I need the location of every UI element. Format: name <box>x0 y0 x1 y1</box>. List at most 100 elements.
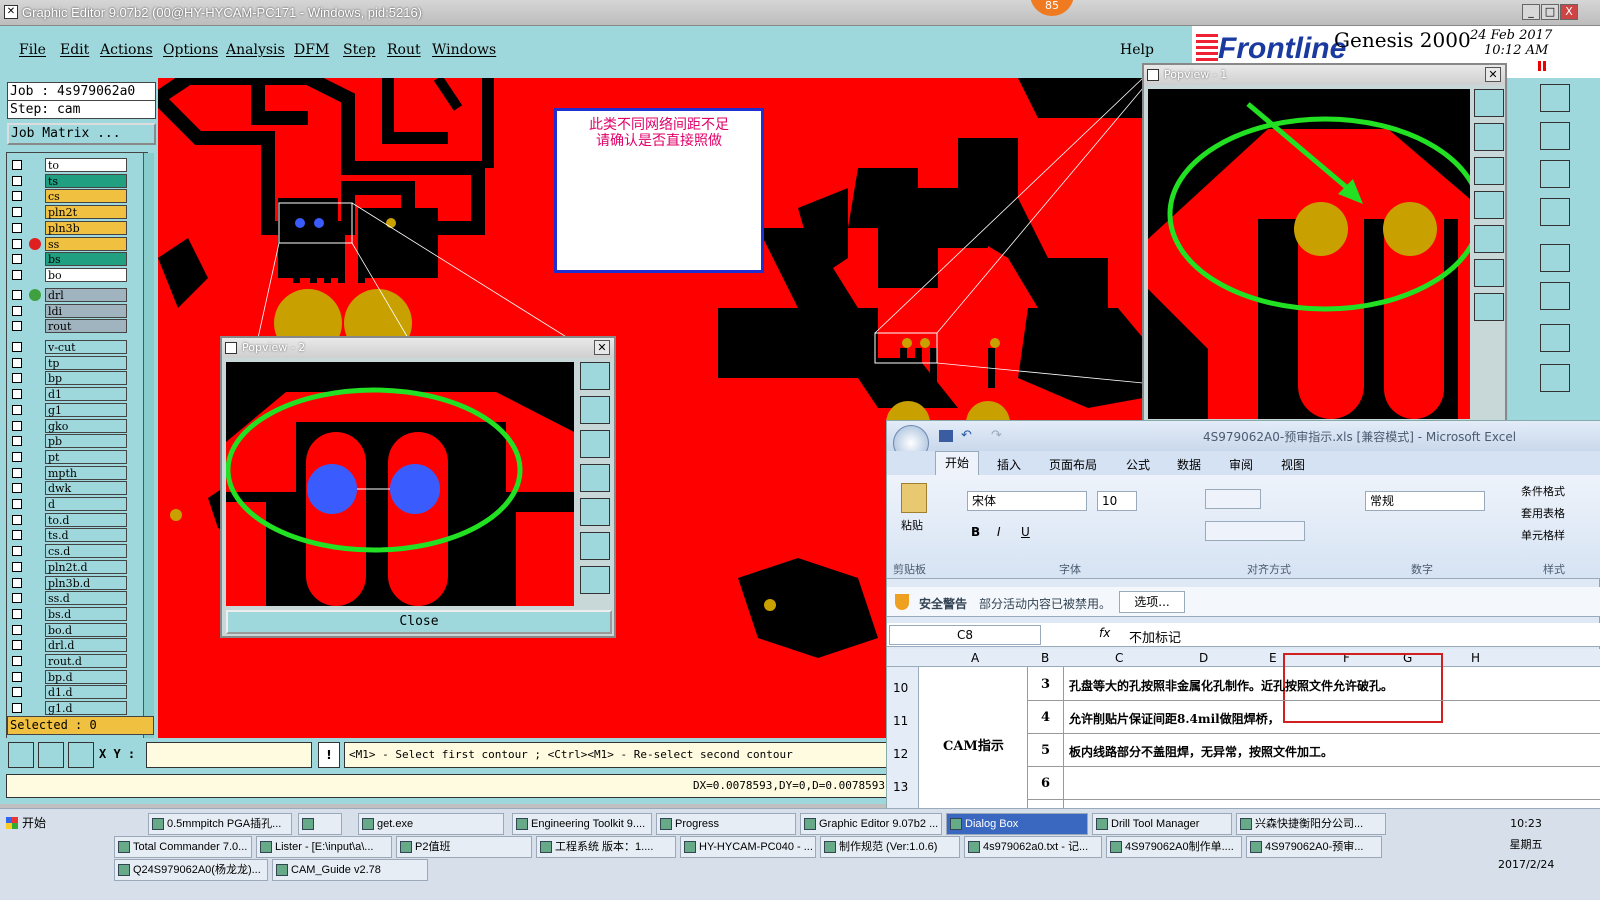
zoom-out-button[interactable] <box>1474 293 1504 321</box>
italic-button[interactable]: I <box>997 525 1001 539</box>
sheet-grid[interactable]: A B C D E F G H CAM指示 10 3 孔盘等大的孔按照非金属化孔制作… <box>887 649 1600 809</box>
taskbar-item[interactable]: Drill Tool Manager <box>1092 813 1232 835</box>
layer-row[interactable]: gko <box>8 418 128 433</box>
layer-row[interactable]: v-cut <box>8 340 128 354</box>
layer-row[interactable]: ts <box>8 173 128 188</box>
taskbar-item[interactable]: Total Commander 7.0... <box>114 836 252 858</box>
col-c[interactable]: C <box>1115 651 1123 665</box>
layer-row[interactable]: drl.d <box>8 638 128 653</box>
layer-row[interactable]: ldi <box>8 303 128 318</box>
col-h[interactable]: H <box>1471 651 1480 665</box>
layer-row[interactable]: rout <box>8 319 128 334</box>
layer-row[interactable]: d1 <box>8 387 128 402</box>
layer-checkbox[interactable] <box>12 357 22 368</box>
layer-row[interactable]: cs <box>8 189 128 204</box>
cell-b[interactable]: 4 <box>1041 710 1050 725</box>
layer-checkbox[interactable] <box>12 373 22 384</box>
layer-checkbox[interactable] <box>12 514 22 525</box>
cell-b[interactable]: 6 <box>1041 776 1050 791</box>
layer-row[interactable]: dwk <box>8 481 128 496</box>
layer-checkbox[interactable] <box>12 254 22 265</box>
layer-row[interactable]: to.d <box>8 512 128 527</box>
layer-name[interactable]: bs <box>45 252 127 267</box>
taskbar-item[interactable]: P2值班 <box>396 836 532 858</box>
layer-name[interactable]: pb <box>45 434 127 449</box>
layer-row[interactable]: bp.d <box>8 669 128 684</box>
layer-checkbox[interactable] <box>12 160 22 170</box>
layer-checkbox[interactable] <box>12 404 22 415</box>
layer-name[interactable]: dwk <box>45 481 127 496</box>
layer-row[interactable]: rout.d <box>8 654 128 668</box>
tab-home[interactable]: 开始 <box>935 451 979 475</box>
close-window-button[interactable]: X <box>1560 4 1578 20</box>
layer-row[interactable]: d1.d <box>8 685 128 700</box>
layer-name[interactable]: ss <box>45 236 127 251</box>
layer-row[interactable]: pln3b.d <box>8 575 128 590</box>
options-button[interactable]: 选项... <box>1119 591 1185 613</box>
col-a[interactable]: A <box>971 651 979 665</box>
taskbar-item[interactable]: 4S979062A0制作单.... <box>1106 836 1242 858</box>
layer-checkbox[interactable] <box>12 499 22 509</box>
cell-c[interactable]: 允许削贴片保证间距8.4mil做阻焊桥， <box>1069 710 1280 727</box>
layer-checkbox[interactable] <box>12 656 22 666</box>
job-field[interactable]: Job : 4s979062a0 <box>7 82 156 101</box>
layer-name[interactable]: pln2t.d <box>45 559 127 574</box>
menu-rout[interactable]: Rout <box>387 42 421 58</box>
graph-tool-icon[interactable] <box>8 742 34 768</box>
layer-checkbox[interactable] <box>12 624 22 635</box>
pause-icon[interactable] <box>1538 61 1546 71</box>
taskbar-item[interactable]: Graphic Editor 9.07b2 ... <box>800 813 942 835</box>
taskbar-item[interactable]: 4S979062A0-预审... <box>1246 836 1382 858</box>
layer-name[interactable]: drl.d <box>45 638 127 653</box>
pan-left-button[interactable] <box>580 464 610 492</box>
menu-edit[interactable]: Edit <box>60 42 89 58</box>
tool-button-2[interactable] <box>1540 122 1570 150</box>
taskbar-item[interactable]: 工程系统 版本：1.... <box>536 836 676 858</box>
layer-checkbox[interactable] <box>12 175 22 186</box>
zoom-home-button[interactable] <box>580 362 610 390</box>
col-d[interactable]: D <box>1199 651 1208 665</box>
col-e[interactable]: E <box>1269 651 1277 665</box>
format-table-button[interactable]: 套用表格 <box>1521 505 1565 521</box>
layer-name[interactable]: bo <box>45 267 127 282</box>
pan-left-button[interactable] <box>1474 191 1504 219</box>
layer-checkbox[interactable] <box>12 671 22 682</box>
tab-page-layout[interactable]: 页面布局 <box>1049 456 1097 473</box>
pan-right-button[interactable] <box>580 498 610 526</box>
step-field[interactable]: Step: cam <box>7 100 156 119</box>
layer-checkbox[interactable] <box>12 222 22 233</box>
chart-tool-icon[interactable] <box>38 742 64 768</box>
menu-actions[interactable]: Actions <box>100 42 153 58</box>
layer-checkbox[interactable] <box>12 530 22 541</box>
fx-icon[interactable]: fx <box>1099 626 1110 640</box>
layer-name[interactable]: d1.d <box>45 685 127 700</box>
layer-checkbox[interactable] <box>12 546 22 557</box>
menu-file[interactable]: File <box>19 42 46 58</box>
align-top-buttons[interactable] <box>1205 489 1261 509</box>
layer-name[interactable]: bs.d <box>45 606 127 621</box>
layer-name[interactable]: drl <box>45 288 127 302</box>
layer-name[interactable]: pln3b.d <box>45 575 127 590</box>
layer-checkbox[interactable] <box>12 420 22 431</box>
menu-options[interactable]: Options <box>163 42 218 58</box>
layer-row[interactable]: pb <box>8 434 128 449</box>
row-header[interactable]: 13 <box>893 780 908 794</box>
layer-name[interactable]: pln3b <box>45 220 127 235</box>
tool-button-7[interactable] <box>1540 324 1570 352</box>
tab-view[interactable]: 视图 <box>1281 456 1305 473</box>
underline-button[interactable]: U <box>1021 525 1030 539</box>
taskbar-item[interactable]: Dialog Box <box>946 813 1088 835</box>
xy-input[interactable] <box>146 742 312 768</box>
taskbar-item[interactable] <box>298 813 342 835</box>
cell-b[interactable]: 3 <box>1041 677 1050 692</box>
col-b[interactable]: B <box>1041 651 1049 665</box>
layer-name[interactable]: ts <box>45 173 127 188</box>
zoom-in-button[interactable] <box>580 532 610 560</box>
layer-name[interactable]: cs.d <box>45 544 127 559</box>
tab-formulas[interactable]: 公式 <box>1126 456 1150 473</box>
layer-checkbox[interactable] <box>12 342 22 352</box>
layer-row[interactable]: pln2t <box>8 205 128 220</box>
layer-row[interactable]: ss.d <box>8 591 128 606</box>
menu-dfm[interactable]: DFM <box>294 42 329 58</box>
menu-analysis[interactable]: Analysis <box>226 42 285 58</box>
